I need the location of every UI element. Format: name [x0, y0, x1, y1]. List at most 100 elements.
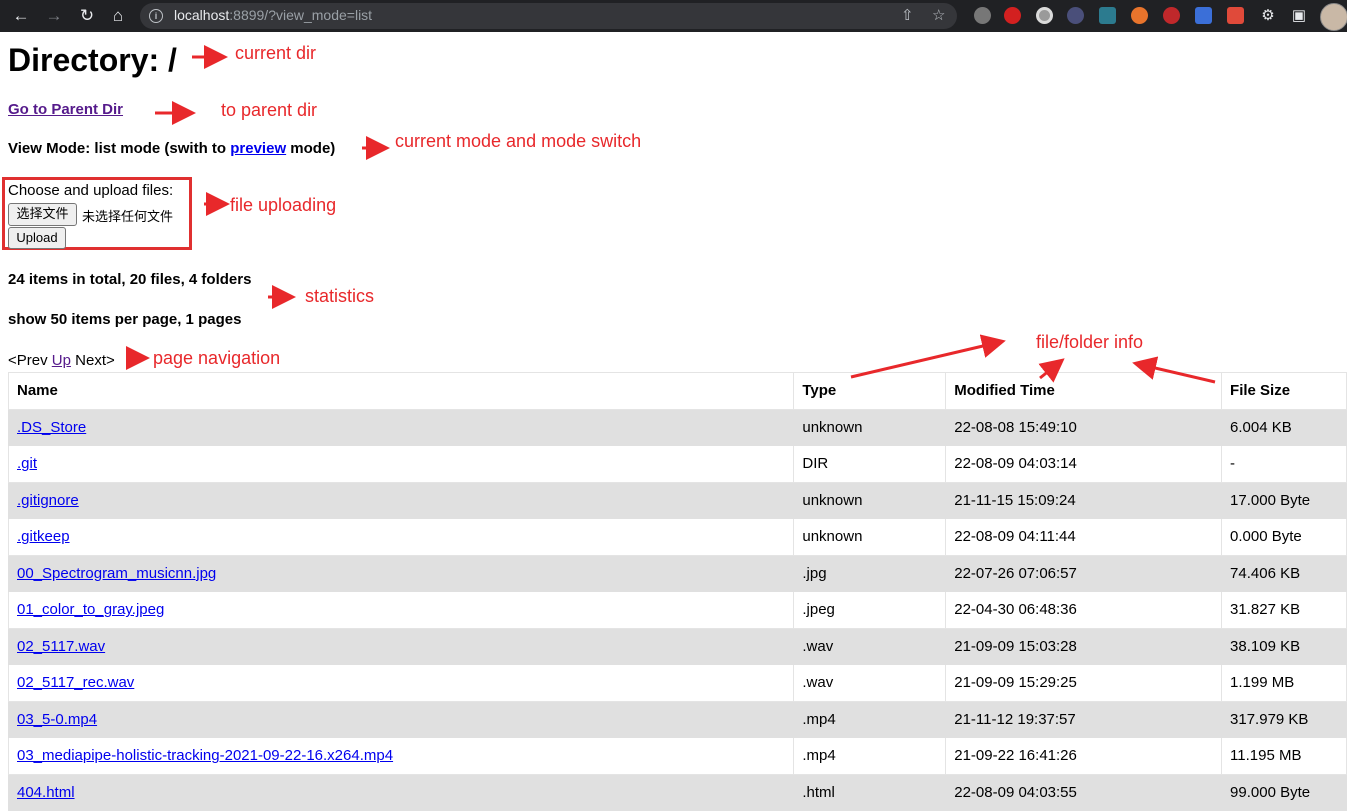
preview-mode-link[interactable]: preview: [230, 140, 286, 157]
file-name-cell: .git: [7, 445, 795, 483]
file-link[interactable]: 01_color_to_gray.jpeg: [17, 601, 164, 618]
parent-dir-line: Go to Parent Dir: [8, 101, 123, 118]
back-arrow-icon[interactable]: ←: [10, 5, 32, 27]
column-header-name: Name: [7, 372, 795, 410]
page-navigation: <Prev Up Next>: [8, 352, 115, 369]
sidebar-toggle-icon[interactable]: ▣: [1288, 5, 1310, 27]
extension-nt-icon[interactable]: [1067, 7, 1084, 24]
file-name-cell: .DS_Store: [7, 408, 795, 446]
extension-translate-icon[interactable]: [1195, 7, 1212, 24]
file-link[interactable]: .gitignore: [17, 492, 79, 509]
file-size-cell: 99.000 Byte: [1221, 773, 1347, 811]
view-mode-suffix: mode): [286, 140, 336, 157]
next-page-text: Next>: [75, 352, 115, 369]
file-name-cell: 00_Spectrogram_musicnn.jpg: [7, 554, 795, 592]
table-row: 404.html .html 22-08-09 04:03:55 99.000 …: [7, 773, 1347, 811]
annotation-file-folder-info: file/folder info: [1036, 332, 1144, 352]
file-name-cell: 01_color_to_gray.jpeg: [7, 591, 795, 629]
no-file-chosen-text: 未选择任何文件: [82, 210, 174, 225]
extension-orange-icon[interactable]: [1131, 7, 1148, 24]
file-size-cell: 6.004 KB: [1221, 408, 1347, 446]
extension-circle-icon[interactable]: [1036, 7, 1053, 24]
file-size-cell: 31.827 KB: [1221, 591, 1347, 629]
file-link[interactable]: 03_5-0.mp4: [17, 711, 97, 728]
modified-time-cell: 22-08-09 04:11:44: [945, 518, 1223, 556]
view-mode-line: View Mode: list mode (swith to preview m…: [8, 140, 335, 157]
file-type-cell: unknown: [793, 481, 947, 519]
table-header-row: Name Type Modified Time File Size: [7, 372, 1347, 410]
extension-red-icon[interactable]: [1227, 7, 1244, 24]
file-size-cell: 317.979 KB: [1221, 700, 1347, 738]
file-link[interactable]: .git: [17, 455, 37, 472]
page-title: Directory: /: [8, 42, 177, 78]
file-link[interactable]: 404.html: [17, 784, 75, 801]
modified-time-cell: 22-08-09 04:03:14: [945, 445, 1223, 483]
view-mode-prefix: View Mode: list mode (swith to: [8, 140, 231, 157]
file-type-cell: DIR: [793, 445, 947, 483]
extension-block-icon[interactable]: [1163, 7, 1180, 24]
annotation-mode-switch: current mode and mode switch: [395, 131, 642, 151]
upload-label: Choose and upload files:: [8, 182, 174, 199]
file-type-cell: .wav: [793, 627, 947, 665]
annotation-to-parent-dir: to parent dir: [221, 100, 318, 120]
file-link[interactable]: 00_Spectrogram_musicnn.jpg: [17, 565, 216, 582]
file-type-cell: .mp4: [793, 737, 947, 775]
file-name-cell: .gitkeep: [7, 518, 795, 556]
url-text[interactable]: localhost:8899/?view_mode=list: [174, 7, 372, 23]
info-icon[interactable]: i: [149, 9, 163, 23]
home-icon[interactable]: ⌂: [107, 5, 129, 27]
share-icon[interactable]: ⇧: [901, 6, 914, 24]
up-link[interactable]: Up: [52, 352, 71, 369]
file-link[interactable]: 02_5117_rec.wav: [17, 674, 134, 691]
file-name-cell: 03_mediapipe-holistic-tracking-2021-09-2…: [7, 737, 795, 775]
column-header-size: File Size: [1221, 372, 1347, 410]
browser-toolbar: ← → ↻ ⌂ i localhost:8899/?view_mode=list…: [0, 0, 1347, 32]
extension-screenshot-icon[interactable]: [1099, 7, 1116, 24]
modified-time-cell: 21-09-09 15:29:25: [945, 664, 1223, 702]
table-row: .gitkeep unknown 22-08-09 04:11:44 0.000…: [7, 518, 1347, 556]
table-row: 00_Spectrogram_musicnn.jpg .jpg 22-07-26…: [7, 554, 1347, 592]
file-type-cell: .mp4: [793, 700, 947, 738]
annotation-statistics: statistics: [305, 286, 375, 306]
item-statistics: 24 items in total, 20 files, 4 folders: [8, 271, 252, 288]
modified-time-cell: 22-04-30 06:48:36: [945, 591, 1223, 629]
modified-time-cell: 21-09-22 16:41:26: [945, 737, 1223, 775]
forward-arrow-icon[interactable]: →: [43, 5, 65, 27]
modified-time-cell: 21-11-15 15:09:24: [945, 481, 1223, 519]
file-size-cell: 74.406 KB: [1221, 554, 1347, 592]
extension-hand-icon[interactable]: [1004, 7, 1021, 24]
upload-button[interactable]: Upload: [8, 227, 66, 249]
file-size-cell: 0.000 Byte: [1221, 518, 1347, 556]
column-header-modified: Modified Time: [945, 372, 1223, 410]
reload-icon[interactable]: ↻: [76, 5, 98, 27]
extension-cursor-icon[interactable]: [974, 7, 991, 24]
file-name-cell: 404.html: [7, 773, 795, 811]
file-link[interactable]: 02_5117.wav: [17, 638, 105, 655]
modified-time-cell: 22-08-09 04:03:55: [945, 773, 1223, 811]
file-type-cell: .jpg: [793, 554, 947, 592]
file-name-cell: 02_5117_rec.wav: [7, 664, 795, 702]
table-row: 01_color_to_gray.jpeg .jpeg 22-04-30 06:…: [7, 591, 1347, 629]
bookmark-star-icon[interactable]: ☆: [932, 6, 945, 24]
file-table: Name Type Modified Time File Size .DS_St…: [7, 372, 1347, 811]
modified-time-cell: 21-09-09 15:03:28: [945, 627, 1223, 665]
file-type-cell: unknown: [793, 518, 947, 556]
extensions-puzzle-icon[interactable]: ⚙: [1257, 5, 1279, 27]
profile-avatar[interactable]: [1320, 3, 1347, 31]
table-row: .DS_Store unknown 22-08-08 15:49:10 6.00…: [7, 408, 1347, 446]
file-link[interactable]: .DS_Store: [17, 419, 86, 436]
file-link[interactable]: .gitkeep: [17, 528, 70, 545]
address-bar[interactable]: i localhost:8899/?view_mode=list ⇧ ☆: [140, 3, 957, 29]
table-row: .git DIR 22-08-09 04:03:14 -: [7, 445, 1347, 483]
table-row: 02_5117_rec.wav .wav 21-09-09 15:29:25 1…: [7, 664, 1347, 702]
table-row: 03_mediapipe-holistic-tracking-2021-09-2…: [7, 737, 1347, 775]
per-page-info: show 50 items per page, 1 pages: [8, 311, 242, 328]
parent-dir-link[interactable]: Go to Parent Dir: [8, 101, 123, 118]
file-link[interactable]: 03_mediapipe-holistic-tracking-2021-09-2…: [17, 747, 393, 764]
file-type-cell: .jpeg: [793, 591, 947, 629]
annotation-page-navigation: page navigation: [153, 348, 281, 368]
file-type-cell: unknown: [793, 408, 947, 446]
file-type-cell: .html: [793, 773, 947, 811]
choose-file-button[interactable]: 选择文件: [8, 203, 77, 226]
file-name-cell: .gitignore: [7, 481, 795, 519]
